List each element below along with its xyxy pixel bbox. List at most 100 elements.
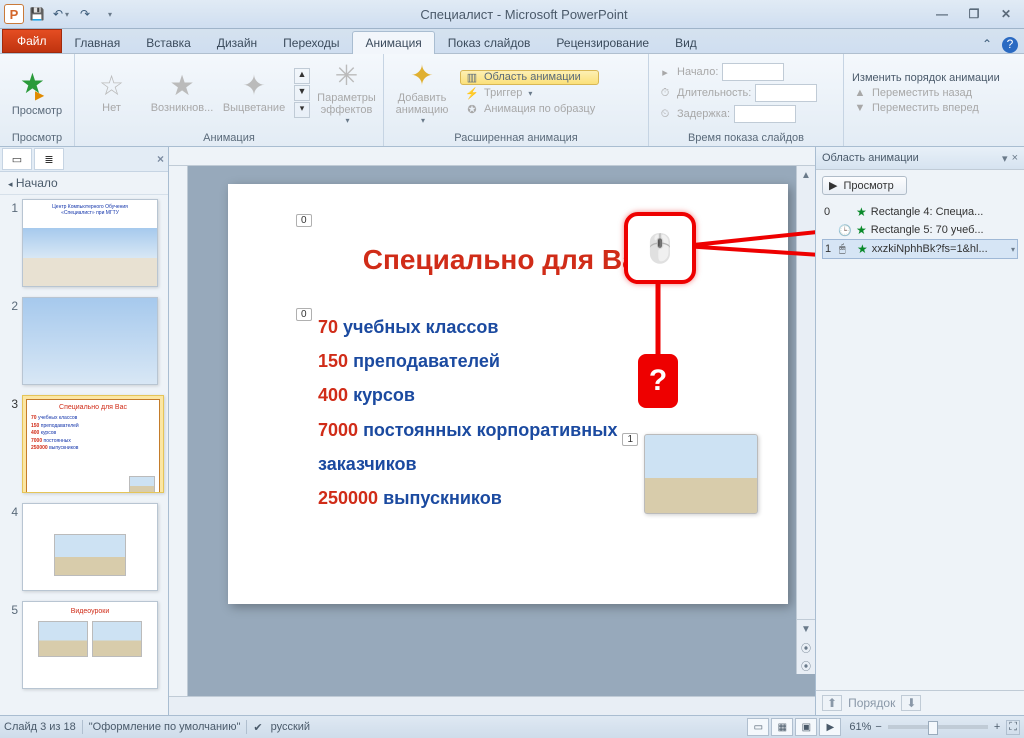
tab-outline-icon[interactable]: ≣	[34, 148, 64, 170]
vertical-scrollbar[interactable]: ▲ ▼ ⦿ ⦿	[796, 166, 815, 674]
horizontal-scrollbar[interactable]	[169, 696, 815, 715]
save-icon[interactable]: 💾	[26, 3, 48, 25]
scroll-up-icon[interactable]: ▲	[797, 166, 815, 184]
pane-menu-icon[interactable]: ▾	[1002, 152, 1008, 165]
gallery-more-icon[interactable]: ▾	[294, 102, 310, 118]
reorder-down-icon[interactable]: ⬇	[901, 695, 921, 711]
status-theme[interactable]: "Оформление по умолчанию"	[89, 721, 241, 733]
fit-window-button[interactable]: ⛶	[1006, 720, 1020, 735]
file-tab[interactable]: Файл	[2, 29, 62, 53]
tab-slides-icon[interactable]: ▭	[2, 148, 32, 170]
timing-duration-input[interactable]	[755, 84, 817, 102]
arrow-down-icon: ▼	[852, 102, 868, 114]
close-button[interactable]: ✕	[992, 4, 1020, 24]
prev-slide-icon[interactable]: ⦿	[797, 638, 815, 656]
animation-pane-button[interactable]: ▥Область анимации	[460, 70, 599, 85]
tab-view[interactable]: Вид	[662, 31, 710, 54]
thumbnail-3[interactable]: Специально для Вас 70 учебных классов150…	[22, 395, 164, 493]
sequence-tag-1[interactable]: 1	[622, 433, 638, 446]
effect-options-button[interactable]: ✳Параметры эффектов▾	[314, 59, 379, 128]
animation-none[interactable]: ☆Нет	[79, 69, 144, 117]
entrance-icon: ★	[856, 223, 867, 237]
view-sorter-button[interactable]: ▦	[771, 718, 793, 736]
tab-animations[interactable]: Анимация	[352, 31, 434, 54]
minimize-button[interactable]: —	[928, 4, 956, 24]
slide-title[interactable]: Специально для Вас	[268, 244, 748, 276]
preview-button[interactable]: ★▶ Просмотр	[4, 67, 70, 120]
play-icon: ▶	[829, 179, 837, 192]
close-panel-icon[interactable]: ×	[157, 152, 164, 166]
animation-item-2[interactable]: 1🖱★xxzkiNphhBk?fs=1&hl...▾	[822, 239, 1018, 259]
tab-transitions[interactable]: Переходы	[270, 31, 352, 54]
tab-slideshow[interactable]: Показ слайдов	[435, 31, 544, 54]
animation-fade[interactable]: ✦Выцветание	[220, 69, 288, 117]
sequence-tag-0b[interactable]: 0	[296, 308, 312, 321]
status-language[interactable]: русский	[271, 721, 310, 733]
trigger-mouse-icon: 🖱	[839, 243, 853, 256]
thumbnail-1[interactable]: Центр Компьютерного Обучения«Специалист»…	[22, 199, 158, 287]
thumbnail-4[interactable]	[22, 503, 158, 591]
slide-image[interactable]	[644, 434, 758, 514]
thumbnail-2[interactable]	[22, 297, 158, 385]
quick-access-toolbar: 💾 ↶▾ ↷ ▾	[26, 3, 120, 25]
undo-icon[interactable]: ↶▾	[50, 3, 72, 25]
redo-icon[interactable]: ↷	[74, 3, 96, 25]
tab-review[interactable]: Рецензирование	[543, 31, 662, 54]
app-logo[interactable]: P	[4, 4, 24, 24]
move-later-button[interactable]: ▼Переместить вперед	[848, 101, 1004, 115]
zoom-out-button[interactable]: −	[875, 721, 881, 733]
group-label-animation: Анимация	[79, 130, 379, 146]
pane-icon: ▥	[464, 71, 480, 84]
view-normal-button[interactable]: ▭	[747, 718, 769, 736]
slide[interactable]: 0 Специально для Вас 0 70 учебных классо…	[228, 184, 788, 604]
animation-painter-button[interactable]: ✪Анимация по образцу	[460, 102, 599, 117]
slide-body[interactable]: 70 учебных классов 150 преподавателей 40…	[318, 310, 618, 515]
reorder-up-icon[interactable]: ⬆	[822, 695, 842, 711]
timing-duration-row: ⏱Длительность:	[653, 83, 839, 103]
gallery-up-icon[interactable]: ▲	[294, 68, 310, 84]
tab-design[interactable]: Дизайн	[204, 31, 270, 54]
timing-delay-input[interactable]	[734, 105, 796, 123]
tab-insert[interactable]: Вставка	[133, 31, 204, 54]
effect-options-icon: ✳	[335, 62, 358, 90]
animation-appear[interactable]: ★Возникнов...	[148, 69, 216, 117]
ribbon: ★▶ Просмотр Просмотр ☆Нет ★Возникнов... …	[0, 54, 1024, 147]
zoom-slider[interactable]	[888, 725, 988, 729]
ruler-vertical	[169, 166, 188, 696]
zoom-value[interactable]: 61%	[849, 721, 871, 733]
qat-customize-icon[interactable]: ▾	[98, 3, 120, 25]
outline-tabs: ▭ ≣ ×	[0, 147, 168, 172]
entrance-icon: ★	[857, 242, 868, 256]
title-bar: P 💾 ↶▾ ↷ ▾ Специалист - Microsoft PowerP…	[0, 0, 1024, 29]
view-slideshow-button[interactable]: ▶	[819, 718, 841, 736]
scroll-down-icon[interactable]: ▼	[797, 620, 815, 638]
status-slide[interactable]: Слайд 3 из 18	[4, 721, 76, 733]
animation-item-1[interactable]: 🕒★Rectangle 5: 70 учеб...	[822, 221, 1018, 239]
gallery-down-icon[interactable]: ▼	[294, 85, 310, 101]
zoom-in-button[interactable]: +	[994, 721, 1000, 733]
group-label-advanced: Расширенная анимация	[388, 130, 644, 146]
play-animation-button[interactable]: ▶Просмотр	[822, 176, 907, 195]
animation-item-0[interactable]: 0★Rectangle 4: Специа...	[822, 203, 1018, 221]
thumbnail-5[interactable]: Видеоуроки	[22, 601, 158, 689]
main: ▭ ≣ × ◂ Начало 1Центр Компьютерного Обуч…	[0, 147, 1024, 715]
spellcheck-icon[interactable]: ✔	[253, 721, 262, 734]
timing-start-input[interactable]	[722, 63, 784, 81]
thumbnails-panel: ▭ ≣ × ◂ Начало 1Центр Компьютерного Обуч…	[0, 147, 169, 715]
move-earlier-button[interactable]: ▲Переместить назад	[848, 86, 1004, 100]
add-animation-button[interactable]: ✦Добавить анимацию▾	[388, 59, 456, 128]
next-slide-icon[interactable]: ⦿	[797, 656, 815, 674]
with-previous-icon: 🕒	[838, 224, 852, 237]
sequence-tag-0a[interactable]: 0	[296, 214, 312, 227]
timing-delay-row: ⏲Задержка:	[653, 104, 839, 124]
pane-close-icon[interactable]: ×	[1012, 152, 1018, 164]
slide-area: 0 Специально для Вас 0 70 учебных классо…	[169, 147, 815, 715]
restore-button[interactable]: ❐	[960, 4, 988, 24]
view-reading-button[interactable]: ▣	[795, 718, 817, 736]
trigger-button[interactable]: ⚡Триггер▾	[460, 86, 599, 101]
ribbon-minimize-icon[interactable]: ⌃	[982, 37, 998, 53]
star-appear-icon: ★	[169, 72, 194, 100]
help-icon[interactable]: ?	[1002, 37, 1018, 53]
tab-home[interactable]: Главная	[62, 31, 134, 54]
slide-canvas[interactable]: 0 Специально для Вас 0 70 учебных классо…	[188, 166, 815, 696]
